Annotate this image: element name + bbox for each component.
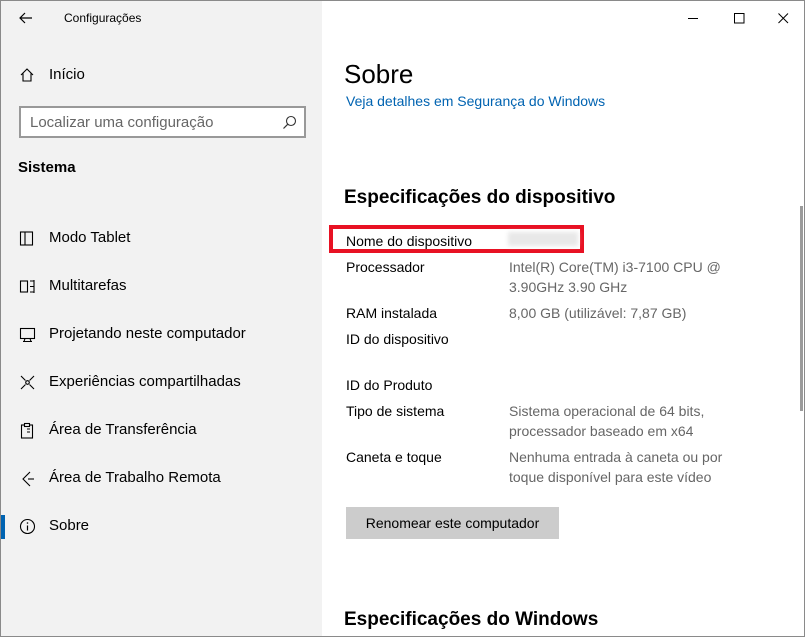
spec-label-device-id: ID do dispositivo (346, 331, 449, 347)
spec-label-ram: RAM instalada (346, 305, 438, 321)
sidebar-item-label: Multitarefas (49, 277, 127, 294)
sidebar-item-label: Experiências compartilhadas (49, 373, 241, 390)
redacted-device-name (508, 232, 578, 246)
spec-label-processor: Processador (346, 259, 425, 275)
projecting-icon (19, 327, 36, 343)
rename-computer-button[interactable]: Renomear este computador (346, 507, 559, 539)
spec-label-device-name: Nome do dispositivo (346, 233, 473, 249)
spec-value-processor: Intel(R) Core(TM) i3-7100 CPU @ 3.90GHz … (509, 259, 721, 295)
spec-label-product-id: ID do Produto (346, 377, 433, 393)
multitasking-icon (19, 280, 35, 293)
home-label: Início (49, 66, 85, 83)
minimize-button[interactable] (670, 5, 716, 31)
tablet-mode-icon (19, 231, 34, 246)
page-title: Sobre (344, 59, 414, 89)
close-icon (778, 13, 789, 24)
sidebar-item-clipboard[interactable]: Área de Transferência (1, 411, 322, 451)
spec-label-pen-touch: Caneta e toque (346, 449, 442, 465)
title-bar: Configurações (1, 1, 322, 35)
maximize-button[interactable] (716, 5, 762, 31)
sidebar-item-shared-experiences[interactable]: Experiências compartilhadas (1, 363, 322, 403)
sidebar-item-label: Modo Tablet (49, 229, 131, 246)
device-specs-heading: Especificações do dispositivo (344, 187, 616, 208)
sidebar-item-multitasking[interactable]: Multitarefas (1, 267, 322, 307)
sidebar-item-projecting[interactable]: Projetando neste computador (1, 315, 322, 355)
main-content: Sobre Veja detalhes em Segurança do Wind… (322, 1, 804, 636)
back-button[interactable] (15, 7, 37, 29)
windows-specs-heading: Especificações do Windows (344, 609, 599, 630)
sidebar-item-label: Área de Trabalho Remota (49, 469, 221, 486)
security-link[interactable]: Veja detalhes em Segurança do Windows (346, 93, 605, 109)
remote-desktop-icon (22, 471, 34, 487)
sidebar-item-label: Área de Transferência (49, 421, 197, 438)
home-icon (20, 68, 34, 82)
minimize-icon (688, 18, 698, 19)
sidebar-item-tablet-mode[interactable]: Modo Tablet (1, 219, 322, 259)
sidebar: Configurações Início Localizar uma confi… (1, 1, 322, 636)
sidebar-item-about[interactable]: Sobre (1, 507, 322, 547)
home-nav-item[interactable]: Início (1, 59, 322, 91)
clipboard-icon (20, 422, 34, 439)
sidebar-item-label: Projetando neste computador (49, 325, 246, 342)
sidebar-item-remote-desktop[interactable]: Área de Trabalho Remota (1, 459, 322, 499)
close-button[interactable] (760, 5, 804, 31)
spec-value-ram: 8,00 GB (utilizável: 7,87 GB) (509, 305, 687, 321)
back-arrow-icon (19, 12, 32, 24)
maximize-icon (734, 13, 745, 24)
info-icon (19, 518, 36, 535)
section-title: Sistema (18, 159, 76, 176)
spec-value-system-type: Sistema operacional de 64 bits, processa… (509, 403, 705, 439)
search-input[interactable]: Localizar uma configuração (19, 106, 306, 138)
spec-label-system-type: Tipo de sistema (346, 403, 445, 419)
spec-value-pen-touch: Nenhuma entrada à caneta ou por toque di… (509, 449, 723, 485)
shared-experiences-icon (20, 375, 35, 390)
sidebar-item-label: Sobre (49, 517, 90, 534)
settings-window: Configurações Início Localizar uma confi… (0, 0, 805, 637)
search-placeholder: Localizar uma configuração (30, 114, 214, 131)
app-title: Configurações (64, 11, 142, 25)
search-icon[interactable] (282, 115, 297, 130)
scrollbar[interactable] (800, 206, 803, 411)
